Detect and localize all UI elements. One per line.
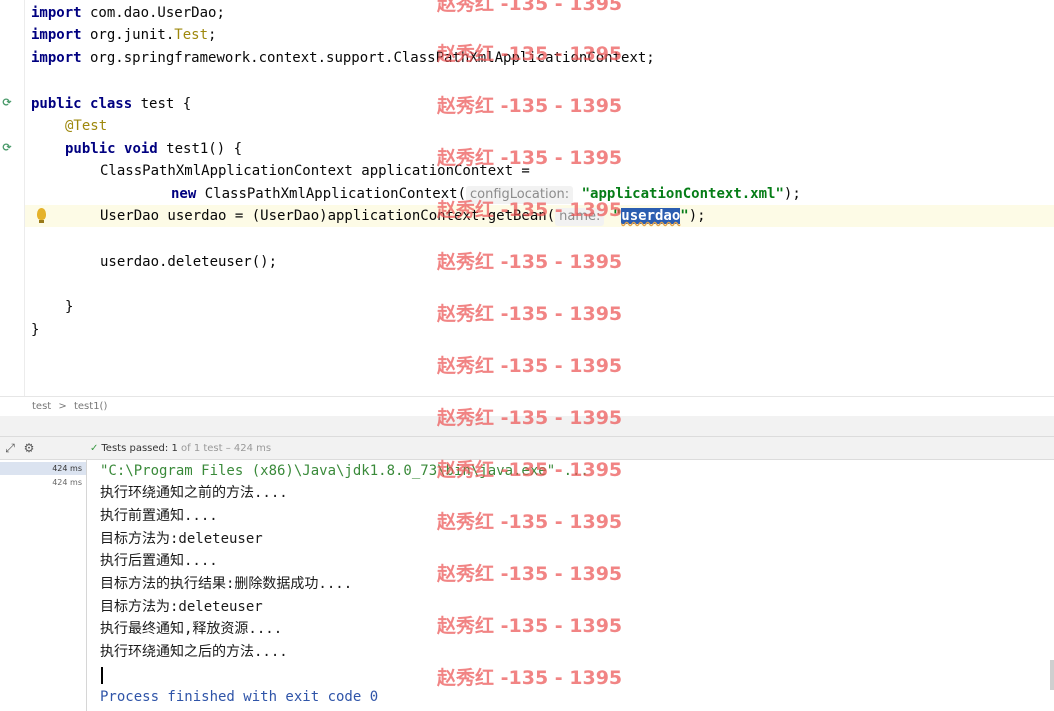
parameter-hint: name: [555,208,605,226]
keyword: class [90,96,133,112]
status-label: Tests passed: [101,443,169,454]
code-line-class-close[interactable]: } [31,319,39,341]
code-text: com.dao.UserDao; [81,5,225,21]
text-caret [101,667,103,684]
console-line-exit: Process finished with exit code 0 [100,689,379,705]
code-text: userdao.deleteuser(); [100,254,278,270]
console-line: 执行最终通知,释放资源.... [100,621,283,637]
code-editor[interactable]: ⟳ ⟳ import com.dao.UserDao; import org.j… [0,0,1054,396]
code-text: test1() { [157,141,243,157]
keyword: public [31,96,82,112]
console-line: 执行环绕通知之前的方法.... [100,485,288,501]
tests-status: ✓ Tests passed: 1 of 1 test – 424 ms [90,442,271,456]
status-count: 1 [171,443,178,454]
code-text: UserDao userdao = (UserDao)applicationCo… [100,208,556,224]
code-text: test { [132,96,192,112]
keyword: import [31,5,82,21]
code-text: ClassPathXmlApplicationContext applicati… [100,163,530,179]
test-tree[interactable]: 424 ms 424 ms [0,460,87,711]
breadcrumb-separator: > [58,401,67,412]
code-text: } [65,299,74,315]
keyword: new [171,186,197,202]
code-text: ); [688,208,706,224]
code-line-import-junit[interactable]: import org.junit.Test; [31,24,216,46]
code-line-getbean[interactable]: UserDao userdao = (UserDao)applicationCo… [100,205,706,227]
code-line-deleteuser[interactable]: userdao.deleteuser(); [100,251,277,273]
annotation-text: @Test [65,118,108,134]
check-icon: ✓ [90,443,99,454]
code-text: ); [783,186,801,202]
console-line: 执行前置通知.... [100,508,218,524]
console-line: 执行环绕通知之后的方法.... [100,644,288,660]
panel-divider [0,416,1054,436]
code-text: ClassPathXmlApplicationContext( [196,186,467,202]
breadcrumb-item-method[interactable]: test1() [74,401,107,412]
string-literal: "applicationContext.xml" [581,186,784,202]
code-text: org.springframework.context.support.Clas… [81,50,655,66]
test-duration: 424 ms [52,478,82,487]
test-duration: 424 ms [52,464,82,473]
console-line-command: "C:\Program Files (x86)\Java\jdk1.8.0_73… [100,463,589,479]
code-line-method-decl[interactable]: public void test1() { [65,138,242,160]
code-text: } [31,322,40,338]
parameter-hint: configLocation: [466,186,574,204]
intention-bulb-icon[interactable] [37,208,46,223]
console-line: 目标方法为:deleteuser [100,531,263,547]
status-detail: of 1 test – 424 ms [181,443,272,454]
console-output[interactable]: "C:\Program Files (x86)\Java\jdk1.8.0_73… [88,460,1054,711]
code-line-context-new[interactable]: new ClassPathXmlApplicationContext(confi… [171,183,801,205]
code-line-import-userdao[interactable]: import com.dao.UserDao; [31,2,225,24]
run-toolbar: ⤢ ⚙ ✓ Tests passed: 1 of 1 test – 424 ms [0,436,1054,460]
console-scrollbar[interactable] [1050,660,1054,690]
console-line: 目标方法的执行结果:删除数据成功.... [100,576,353,592]
keyword: void [124,141,158,157]
breadcrumb-item-class[interactable]: test [32,401,51,412]
code-line-method-close[interactable]: } [65,296,73,318]
code-text: org.junit. [81,27,175,43]
string-literal: " [680,208,689,224]
run-test-icon[interactable]: ⟳ [0,141,14,155]
tree-row-test-method[interactable]: 424 ms [0,476,86,489]
console-line: 目标方法为:deleteuser [100,599,263,615]
breadcrumb: test > test1() [0,396,1054,416]
gear-icon[interactable]: ⚙ [22,441,36,455]
keyword: public [65,141,116,157]
sort-icon[interactable]: ⤢ [3,441,17,455]
code-line-import-spring[interactable]: import org.springframework.context.suppo… [31,47,655,69]
tree-row-test-class[interactable]: 424 ms [0,462,86,475]
selected-text[interactable]: userdao [621,208,681,224]
console-line: 执行后置通知.... [100,553,218,569]
code-line-class-decl[interactable]: public class test { [31,93,191,115]
keyword: import [31,27,82,43]
code-line-context-decl[interactable]: ClassPathXmlApplicationContext applicati… [100,160,530,182]
annotation-text: Test [174,27,209,43]
editor-gutter[interactable] [0,0,24,396]
code-text: ; [208,27,217,43]
code-line-annotation[interactable]: @Test [65,115,107,137]
gutter-divider [24,0,25,396]
run-class-icon[interactable]: ⟳ [0,96,14,110]
keyword: import [31,50,82,66]
